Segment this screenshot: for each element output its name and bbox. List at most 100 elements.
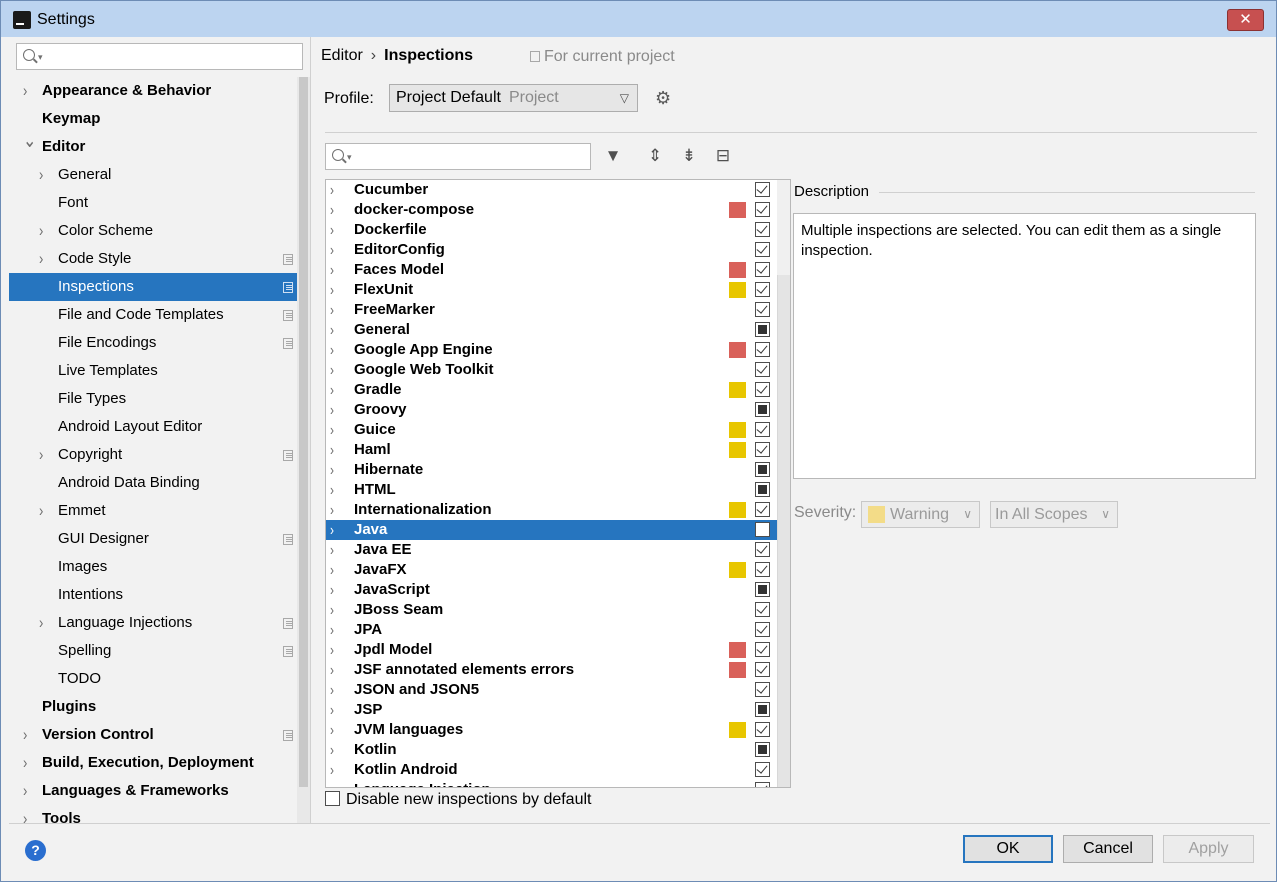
apply-button[interactable]: Apply bbox=[1163, 835, 1254, 863]
inspection-row[interactable]: › Language Injection bbox=[326, 777, 790, 787]
inspection-row[interactable]: › JSP bbox=[326, 700, 790, 720]
inspection-search-input[interactable]: ▾ bbox=[325, 143, 591, 170]
inspection-row[interactable]: › Haml bbox=[326, 440, 790, 460]
sidebar-item[interactable]: Inspections bbox=[9, 273, 297, 301]
inspection-checkbox[interactable] bbox=[755, 422, 770, 437]
inspection-checkbox[interactable] bbox=[755, 662, 770, 677]
inspection-row[interactable]: › Google App Engine bbox=[326, 340, 790, 360]
chevron-right-icon[interactable]: › bbox=[330, 777, 334, 787]
inspection-checkbox[interactable] bbox=[755, 322, 770, 337]
sidebar-item[interactable]: Android Layout Editor bbox=[9, 413, 297, 441]
inspection-row[interactable]: › JBoss Seam bbox=[326, 600, 790, 620]
inspection-row[interactable]: › JSON and JSON5 bbox=[326, 680, 790, 700]
inspection-checkbox[interactable] bbox=[755, 202, 770, 217]
inspection-row[interactable]: › Faces Model bbox=[326, 260, 790, 280]
inspection-checkbox[interactable] bbox=[755, 302, 770, 317]
inspection-checkbox[interactable] bbox=[755, 562, 770, 577]
inspection-row[interactable]: › Guice bbox=[326, 420, 790, 440]
inspection-checkbox[interactable] bbox=[755, 542, 770, 557]
inspection-checkbox[interactable] bbox=[755, 382, 770, 397]
sidebar-item[interactable]: Images bbox=[9, 553, 297, 581]
inspection-checkbox[interactable] bbox=[755, 782, 770, 787]
settings-search-input[interactable]: ▾ bbox=[16, 43, 303, 70]
inspection-row[interactable]: › Java EE bbox=[326, 540, 790, 560]
sidebar-item[interactable]: Live Templates bbox=[9, 357, 297, 385]
inspection-row[interactable]: › Jpdl Model bbox=[326, 640, 790, 660]
inspection-list-scrollbar[interactable] bbox=[777, 180, 790, 787]
inspection-checkbox[interactable] bbox=[755, 402, 770, 417]
inspection-checkbox[interactable] bbox=[755, 702, 770, 717]
inspection-row[interactable]: › Hibernate bbox=[326, 460, 790, 480]
chevron-right-icon[interactable]: › bbox=[39, 157, 43, 193]
sidebar-item[interactable]: Keymap bbox=[9, 105, 297, 133]
inspection-row[interactable]: › HTML bbox=[326, 480, 790, 500]
sidebar-item[interactable]: TODO bbox=[9, 665, 297, 693]
severity-dropdown[interactable]: Warning ∨ bbox=[861, 501, 980, 528]
inspection-row[interactable]: › General bbox=[326, 320, 790, 340]
sidebar-item[interactable]: File Encodings bbox=[9, 329, 297, 357]
inspection-checkbox[interactable] bbox=[755, 262, 770, 277]
chevron-down-icon[interactable]: ⌄ bbox=[23, 124, 36, 160]
inspection-checkbox[interactable] bbox=[755, 242, 770, 257]
sidebar-item[interactable]: GUI Designer bbox=[9, 525, 297, 553]
inspection-checkbox[interactable] bbox=[755, 582, 770, 597]
sidebar-item[interactable]: Font bbox=[9, 189, 297, 217]
sidebar-item[interactable]: ⌄ Editor bbox=[9, 130, 297, 161]
disable-new-inspections-option[interactable]: Disable new inspections by default bbox=[325, 791, 591, 809]
inspection-checkbox[interactable] bbox=[755, 482, 770, 497]
inspection-checkbox[interactable] bbox=[755, 282, 770, 297]
sidebar-item[interactable]: › Color Scheme bbox=[9, 217, 297, 245]
sidebar-item[interactable]: › Version Control bbox=[9, 721, 297, 749]
search-options-icon[interactable]: ▾ bbox=[38, 52, 43, 63]
chevron-right-icon[interactable]: › bbox=[39, 493, 43, 529]
inspection-row[interactable]: › JavaScript bbox=[326, 580, 790, 600]
inspection-row[interactable]: › Groovy bbox=[326, 400, 790, 420]
sidebar-item[interactable]: Spelling bbox=[9, 637, 297, 665]
search-options-icon[interactable]: ▾ bbox=[347, 152, 352, 163]
inspection-checkbox[interactable] bbox=[755, 682, 770, 697]
sidebar-item[interactable]: File Types bbox=[9, 385, 297, 413]
inspection-checkbox[interactable] bbox=[755, 742, 770, 757]
inspection-checkbox[interactable] bbox=[755, 442, 770, 457]
inspection-row[interactable]: › Kotlin bbox=[326, 740, 790, 760]
reset-icon[interactable]: ⊟ bbox=[712, 145, 734, 167]
disable-new-inspections-checkbox[interactable] bbox=[325, 791, 340, 806]
sidebar-scrollbar[interactable] bbox=[297, 77, 310, 823]
sidebar-item[interactable]: Plugins bbox=[9, 693, 297, 721]
filter-icon[interactable]: ▼ bbox=[602, 145, 624, 167]
chevron-right-icon[interactable]: › bbox=[39, 241, 43, 277]
inspection-checkbox[interactable] bbox=[755, 522, 770, 537]
sidebar-item[interactable]: › Languages & Frameworks bbox=[9, 777, 297, 805]
inspection-row[interactable]: › JPA bbox=[326, 620, 790, 640]
inspection-row[interactable]: › Internationalization bbox=[326, 500, 790, 520]
inspection-checkbox[interactable] bbox=[755, 502, 770, 517]
ok-button[interactable]: OK bbox=[963, 835, 1053, 863]
help-icon[interactable]: ? bbox=[25, 840, 46, 861]
inspection-checkbox[interactable] bbox=[755, 622, 770, 637]
inspection-row[interactable]: › Google Web Toolkit bbox=[326, 360, 790, 380]
sidebar-item[interactable]: › Build, Execution, Deployment bbox=[9, 749, 297, 777]
sidebar-item[interactable]: › Code Style bbox=[9, 245, 297, 273]
expand-all-icon[interactable]: ⇕ bbox=[644, 145, 666, 167]
inspection-row[interactable]: › JSF annotated elements errors bbox=[326, 660, 790, 680]
sidebar-item[interactable]: › Appearance & Behavior bbox=[9, 77, 297, 105]
inspection-row[interactable]: › JavaFX bbox=[326, 560, 790, 580]
inspection-row[interactable]: › Dockerfile bbox=[326, 220, 790, 240]
inspection-row[interactable]: › Cucumber bbox=[326, 180, 790, 200]
cancel-button[interactable]: Cancel bbox=[1063, 835, 1153, 863]
sidebar-item[interactable]: File and Code Templates bbox=[9, 301, 297, 329]
sidebar-item[interactable]: › Tools bbox=[9, 805, 297, 823]
scope-dropdown[interactable]: In All Scopes ∨ bbox=[990, 501, 1118, 528]
inspection-checkbox[interactable] bbox=[755, 182, 770, 197]
inspection-checkbox[interactable] bbox=[755, 722, 770, 737]
inspection-row[interactable]: › Gradle bbox=[326, 380, 790, 400]
sidebar-item[interactable]: Intentions bbox=[9, 581, 297, 609]
sidebar-item[interactable]: › Emmet bbox=[9, 497, 297, 525]
inspection-checkbox[interactable] bbox=[755, 222, 770, 237]
close-button[interactable]: ✕ bbox=[1227, 9, 1264, 31]
inspection-row[interactable]: › EditorConfig bbox=[326, 240, 790, 260]
inspection-checkbox[interactable] bbox=[755, 762, 770, 777]
profile-dropdown[interactable]: Project Default Project ▽ bbox=[389, 84, 638, 112]
inspection-row[interactable]: › FlexUnit bbox=[326, 280, 790, 300]
inspection-row[interactable]: › docker-compose bbox=[326, 200, 790, 220]
